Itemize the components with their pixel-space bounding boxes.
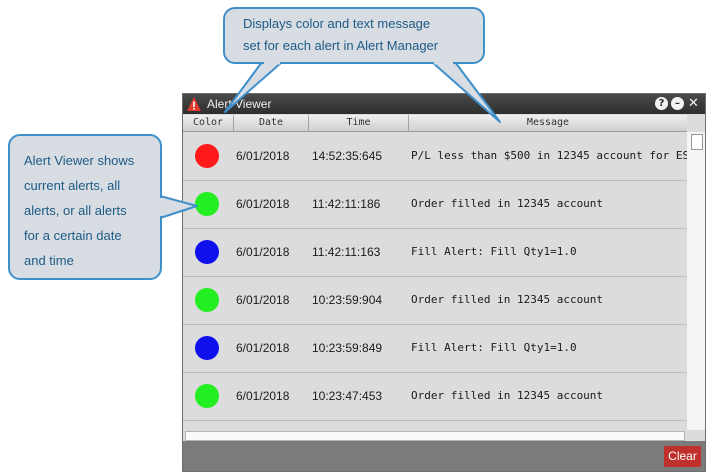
- callout-top-pointer-left: [224, 61, 283, 113]
- callout-line: alerts, or all alerts: [24, 203, 127, 218]
- callout-line: for a certain date: [24, 228, 122, 243]
- callout-line: Displays color and text message: [243, 16, 431, 31]
- callout-message-info: Displays color and text message set for …: [223, 7, 485, 64]
- callout-line: and time: [24, 253, 74, 268]
- callout-line: current alerts, all: [24, 178, 121, 193]
- callout-line: Alert Viewer shows: [24, 153, 135, 168]
- callout-top-pointer-right: [431, 61, 501, 123]
- callout-line: set for each alert in Alert Manager: [243, 38, 439, 53]
- callout-left-pointer: [159, 195, 198, 219]
- callout-viewer-info: Alert Viewer shows current alerts, all a…: [8, 134, 162, 280]
